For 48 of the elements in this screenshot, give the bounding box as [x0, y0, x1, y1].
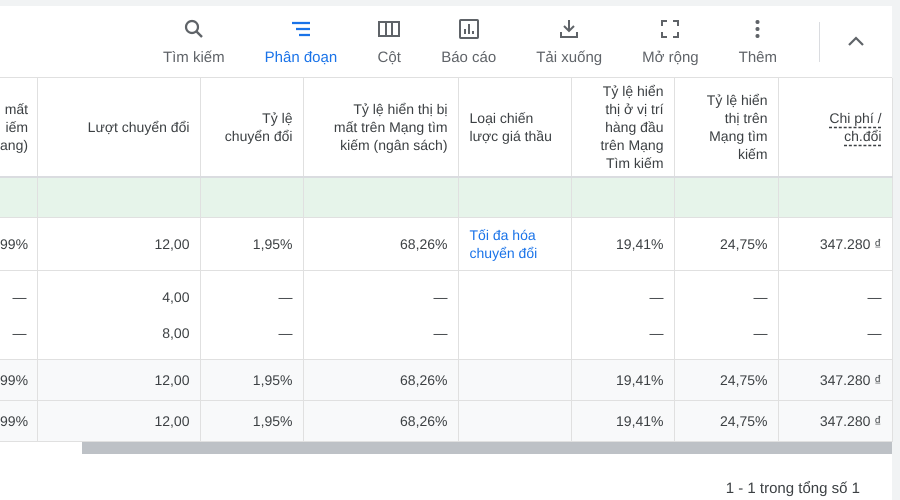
toolbar-button[interactable]: Phân đoạn: [244, 13, 358, 70]
toolbar-button[interactable]: Cột: [357, 13, 422, 70]
table-cell: 347.280 ₫: [820, 234, 882, 252]
table-cell-text: 4,00 8,00: [162, 288, 190, 342]
column-header[interactable]: Tỷ lệ hiển thị bị mất trên Mạng tìm kiếm (ngân sách): [334, 100, 448, 154]
table-cell: 1,95%: [252, 412, 292, 430]
table-cell: 19,41%: [616, 412, 664, 430]
column-header[interactable]: Tỷ lệ hiển thị trên Mạng tìm kiếm: [706, 91, 768, 163]
table-cell-text: — —: [650, 288, 664, 342]
table-cell-text: — —: [434, 288, 448, 342]
table-cell: 99%: [0, 234, 28, 252]
table-cell: 24,75%: [720, 412, 768, 430]
column-header[interactable]: Chi phí / ch.đổi: [829, 109, 882, 145]
toolbar-button[interactable]: Tìm kiếm: [142, 13, 245, 70]
table-cell: 12,00: [154, 370, 190, 388]
toolbar-button[interactable]: Tải xuống: [516, 13, 622, 70]
toolbar-button[interactable]: Mở rộng: [622, 13, 719, 70]
column-header[interactable]: mất iếm ang): [0, 100, 28, 154]
table-cell: 1,95%: [252, 234, 292, 252]
column-header[interactable]: Lượt chuyển đổi: [88, 118, 190, 136]
table-cell: 347.280 ₫: [820, 412, 882, 430]
toolbar-button[interactable]: Báo cáo: [421, 13, 516, 70]
pagination-text: 1 - 1 trong tổng số 1: [726, 478, 860, 498]
bid-strategy-link[interactable]: Tối đa hóa chuyển đổi: [470, 226, 538, 262]
toolbar-button[interactable]: Thêm: [718, 13, 797, 70]
column-header[interactable]: Tỷ lệ hiển thị ở vị trí hàng đầu trên Mạng Tìm kiếm: [600, 82, 664, 172]
table-cell: 1,95%: [252, 370, 292, 388]
table-cell-text: — —: [868, 288, 882, 342]
table-cell: 19,41%: [616, 234, 664, 252]
scrollbar[interactable]: [82, 442, 892, 454]
table-cell: 24,75%: [720, 370, 768, 388]
table-cell: 19,41%: [616, 370, 664, 388]
table-cell: 12,00: [154, 412, 190, 430]
table-cell: 68,26%: [400, 370, 448, 388]
table-cell-text: — —: [278, 288, 292, 342]
table-cell-text: — —: [12, 288, 26, 342]
table-cell-text: — —: [754, 288, 768, 342]
column-header[interactable]: Tỷ lệ chuyển đổi: [224, 109, 292, 145]
table-cell: 99%: [0, 412, 28, 430]
table-cell: 68,26%: [400, 412, 448, 430]
table-cell: 99%: [0, 370, 28, 388]
column-header[interactable]: Loại chiến lược giá thầu: [470, 109, 552, 145]
table-cell: 12,00: [154, 234, 190, 252]
more-icon: [755, 19, 760, 40]
table-cell: 68,26%: [400, 234, 448, 252]
bar-chart-icon: [456, 17, 481, 42]
table-cell: 347.280 ₫: [820, 370, 882, 388]
table-cell: 24,75%: [720, 234, 768, 252]
